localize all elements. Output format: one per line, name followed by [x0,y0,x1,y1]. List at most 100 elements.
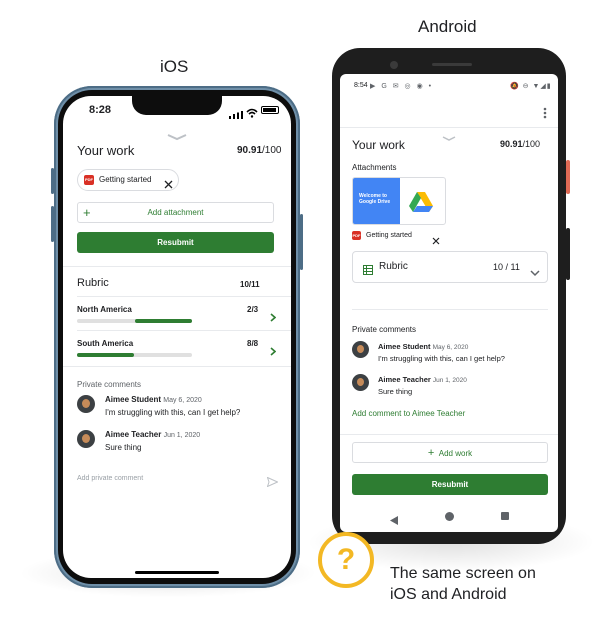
ios-page-title: Your work [77,143,135,158]
notification-icons: ▶ G ✉ ◎ ◉ • [370,83,434,90]
ios-rubric-title: Rubric [77,277,109,289]
criterion-name: North America [77,305,132,314]
criterion-progress-fill [135,319,192,323]
ios-home-indicator [135,571,219,574]
ios-comment-2-header: Aimee Teacher Jun 1, 2020 [105,430,200,439]
caption-line-1: The same screen on [390,565,536,582]
android-resubmit-button[interactable]: Resubmit [352,474,548,495]
ios-attachment-name: Getting started [99,175,152,184]
comment-text: Sure thing [378,387,413,396]
ios-add-attachment-button[interactable]: + Add attachment [77,202,274,223]
chevron-down-icon[interactable] [530,264,540,277]
comment-text: I'm struggling with this, can I get help… [378,354,505,363]
ios-divider-1 [63,266,291,267]
avatar [77,430,95,448]
ios-private-comments-title: Private comments [77,380,142,389]
comment-date: May 6, 2020 [163,397,202,404]
ios-sheet-handle-icon[interactable] [167,128,187,141]
question-mark-icon: ? [318,532,374,588]
comment-author: Aimee Teacher [105,430,162,439]
ios-side-button-right [300,214,303,270]
chevron-right-icon [270,343,277,356]
criterion-score: 2/3 [247,305,259,314]
comment-date: Jun 1, 2020 [432,377,467,384]
ios-grade-total: /100 [262,145,282,156]
android-attachments-title: Attachments [352,163,397,172]
android-attachment-name: Getting started [366,232,412,239]
criterion-name: South America [77,339,134,348]
google-drive-icon [409,192,433,212]
ios-wifi-icon [246,105,258,118]
send-icon[interactable] [266,474,279,488]
avatar [352,341,369,358]
android-appbar-divider [340,127,558,128]
criterion-score: 8/8 [247,339,259,348]
ios-label: iOS [160,57,189,76]
android-attachment-thumbnail[interactable]: Welcome to Google Drive [352,177,446,225]
ios-grade: 90.91/100 [237,145,282,156]
android-rubric-score: 10 / 11 [493,262,520,272]
ios-add-private-comment-input[interactable]: Add private comment [77,475,143,482]
android-status-time: 8:54 [354,82,368,89]
android-add-work-button[interactable]: + Add work [352,442,548,463]
close-icon[interactable] [164,176,173,189]
android-volume-button [566,228,570,280]
android-grade: 90.91/100 [500,139,540,149]
android-grade-total: /100 [522,139,541,149]
plus-icon: + [427,447,435,459]
close-icon[interactable] [432,232,440,245]
pdf-icon: PDF [84,175,94,185]
caption-line-2: iOS and Android [390,586,507,603]
ios-grade-value: 90.91 [237,145,263,156]
android-rubric-title: Rubric [379,261,408,272]
chevron-right-icon [270,309,277,322]
android-screen: 8:54 ▶ G ✉ ◎ ◉ • 🔕 ⊖ ▼◢▮ Your work 90.91… [340,74,558,532]
ios-signal-icon [229,106,243,119]
android-speaker [432,63,472,66]
comment-text: Sure thing [105,443,142,452]
android-private-comments-title: Private comments [352,325,417,334]
comment-date: May 6, 2020 [432,344,469,351]
avatar [77,395,95,413]
ios-resubmit-button[interactable]: Resubmit [77,232,274,253]
android-add-work-label: Add work [438,449,473,458]
android-camera-icon [390,61,398,69]
android-grade-value: 90.91 [500,139,523,149]
android-comment-2-header: Aimee Teacher Jun 1, 2020 [378,375,467,384]
ios-add-attachment-label: Add attachment [147,208,204,217]
ios-status-time: 8:28 [89,104,112,116]
android-comment-1-header: Aimee Student May 6, 2020 [378,342,468,351]
comment-date: Jun 1, 2020 [163,432,201,439]
comment-author: Aimee Student [105,395,162,404]
android-power-button [566,160,570,194]
comment-author: Aimee Student [378,342,431,351]
ios-divider-4 [63,366,291,367]
ios-criterion-north-america[interactable]: North America 2/3 [63,297,291,330]
comment-author: Aimee Teacher [378,375,431,384]
android-rubric-card[interactable]: Rubric 10 / 11 [352,251,548,283]
recents-nav-icon[interactable] [501,512,509,520]
comment-text: I'm struggling with this, can I get help… [105,408,241,417]
back-nav-icon[interactable] [390,512,398,525]
overflow-menu-icon[interactable] [543,106,547,119]
ios-battery-icon [261,106,279,114]
ios-criterion-south-america[interactable]: South America 8/8 [63,331,291,364]
android-divider-1 [352,309,548,310]
android-add-comment-link[interactable]: Add comment to Aimee Teacher [352,409,465,418]
android-divider-2 [340,434,558,435]
ios-notch [132,96,222,115]
home-nav-icon[interactable] [445,512,454,521]
android-sheet-handle-icon[interactable] [442,129,456,141]
android-label: Android [418,17,477,36]
android-system-icons: 🔕 ⊖ ▼◢▮ [510,83,552,90]
ios-comment-1-header: Aimee Student May 6, 2020 [105,395,202,404]
ios-rubric-score: 10/11 [240,280,260,289]
ios-screen: 8:28 Your work 90.91/100 PDF Getting sta… [63,96,291,578]
criterion-progress-fill [77,353,134,357]
ios-attachment-chip[interactable]: PDF Getting started [77,169,179,191]
rubric-table-icon [363,262,373,275]
avatar [352,374,369,391]
pdf-icon: PDF [352,231,361,240]
thumbnail-title-line2: Google Drive [359,199,391,205]
android-page-title: Your work [352,138,405,152]
